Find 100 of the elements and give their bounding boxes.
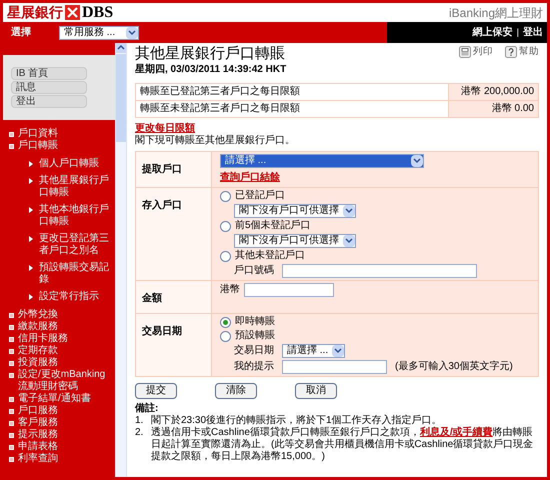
table-cell-text: 轉賬至已登記第三者戶口之每日限額 [139,84,301,99]
table-cell: 港幣 200,000.00 [448,84,538,100]
help-icon [505,46,517,58]
triangle-icon [29,236,33,242]
radio-label: 前5個未登記戶口 [235,220,311,232]
dropdown[interactable]: 閣下沒有戶口可供選擇 [234,234,356,248]
intro-text: 閣下現可轉賬至其他星展銀行戶口。 [135,135,296,147]
triangle-icon [29,294,33,300]
bullet-icon [9,397,14,402]
submenu-item[interactable]: 個人戶口轉賬 [39,158,99,170]
logo-brand: DBS [82,4,114,20]
notes-title: 備註: [135,403,160,415]
bullet-icon [9,421,14,426]
bullet-icon [9,132,14,137]
form-button[interactable]: 提交 [135,383,177,399]
radio-button[interactable] [220,220,231,232]
menu-item[interactable]: 繳款服務 [18,321,58,333]
amount-field[interactable] [244,283,334,297]
bullet-icon [9,445,14,450]
page-title: 其他星展銀行戶口轉賬 [135,44,285,63]
help-link[interactable]: 幫助 [505,45,539,60]
service-dropdown[interactable]: 常用服務 ... [59,26,139,40]
chevron-down-icon [343,235,355,247]
balance-link[interactable]: 查詢戶口結餘 [220,170,280,185]
bullet-icon [9,361,14,366]
note-number: 1. [135,415,144,427]
bullet-icon [9,373,14,378]
radio-label: 其他未登記戶口 [235,250,305,262]
note-number: 2. [135,427,144,440]
table-cell: 港幣 0.00 [448,101,538,117]
bullet-icon [9,409,14,414]
sidebar-button[interactable]: 登出 [11,95,87,108]
memo-field[interactable] [282,360,387,374]
change-limit-link[interactable]: 更改每日限額 [135,123,539,135]
note-text: 透過信用卡或Cashline循環貸款戶口轉賬至銀行戶口之款項，利息及/或手續費將由轉賬日起計算至實際還清為止。(此等交易會共用櫃員機信用卡或Cashline循環貸款戶口現金提款之限額，每日上限為港幣15,000。) [151,427,534,463]
field-label: 交易日期 [234,345,274,357]
menu-item[interactable]: 電子結單/通知書 [18,393,91,405]
field-label: 交易日期 [142,326,182,337]
field-label: 我的提示 [234,361,274,373]
menu-item[interactable]: 戶口資料 [18,128,58,140]
security-link[interactable]: 網上保安 [472,25,513,40]
menu-item[interactable]: 戶口轉賬 [18,140,58,152]
menu-item[interactable]: 戶口服務 [18,405,58,417]
nav-label: 選擇 [11,26,31,40]
triangle-icon [29,207,33,213]
form-button[interactable]: 清除 [215,383,257,399]
triangle-icon [29,265,33,271]
printer-icon [459,46,471,58]
logo-text: 星展銀行 [7,6,63,20]
radio-button[interactable] [220,250,231,262]
submenu-item[interactable]: 其他星展銀行戶口轉賬 [39,175,111,199]
menu-item[interactable]: 定期存款 [18,345,58,357]
field-label: 存入戶口 [142,200,182,211]
account-number-field[interactable] [282,264,477,278]
bullet-icon [9,433,14,438]
scroll-thumb[interactable] [116,54,126,142]
radio-button[interactable] [220,330,231,342]
radio-label: 預設轉賬 [235,330,275,342]
currency-label: 港幣 [220,284,240,296]
bullet-icon [9,457,14,462]
scroll-up-icon[interactable] [116,43,126,53]
sidebar-button[interactable]: IB 首頁 [11,67,87,80]
submenu-item[interactable]: 更改已登記第三者戶口之別名 [39,233,111,257]
bullet-icon [9,313,14,318]
field-label: 戶口號碼 [234,265,274,277]
radio-button[interactable] [220,316,231,328]
field-label: 提取戶口 [142,164,182,175]
menu-item[interactable]: 客戶服務 [18,417,58,429]
menu-item[interactable]: 申請表格 [18,441,58,453]
menu-item[interactable]: 設定/更改mBanking流動理財密碼 [18,369,111,393]
submenu-item[interactable]: 設定常行指示 [39,291,99,303]
chevron-down-icon [411,155,423,167]
menu-item[interactable]: 提示服務 [18,429,58,441]
dropdown[interactable]: 請選擇 ... [282,344,346,358]
separator: | [516,26,519,39]
submenu-item[interactable]: 預設轉賬交易記錄 [39,262,111,286]
field-label: 金額 [142,293,162,304]
fee-link[interactable]: 利息及/或手續費 [420,427,493,438]
triangle-icon [29,178,33,184]
dropdown[interactable]: 閣下沒有戶口可供選擇 [234,204,356,218]
chevron-down-icon [343,205,355,217]
submenu-item[interactable]: 其他本地銀行戶口轉賬 [39,204,111,228]
bullet-icon [9,325,14,330]
bullet-icon [9,337,14,342]
menu-item[interactable]: 利率查詢 [18,453,58,465]
menu-item[interactable]: 外幣兌換 [18,309,58,321]
note-text: 閣下於23:30後進行的轉賬指示，將於下1個工作天存入指定戶口。 [151,415,442,426]
bullet-icon [9,349,14,354]
logout-link[interactable]: 登出 [523,25,543,40]
dropdown[interactable]: 請選擇 ... [220,154,424,168]
hint-text: (最多可輸入30個英文字元) [395,361,513,373]
menu-item[interactable]: 信用卡服務 [18,333,68,345]
chevron-down-icon [126,26,138,38]
product-name: iBanking網上理財 [448,4,543,22]
radio-label: 即時轉賬 [235,316,275,328]
form-button[interactable]: 取消 [295,383,337,399]
print-link[interactable]: 列印 [459,45,493,60]
sidebar-button[interactable]: 訊息 [11,81,87,94]
radio-button[interactable] [220,190,231,202]
menu-item[interactable]: 投資服務 [18,357,58,369]
